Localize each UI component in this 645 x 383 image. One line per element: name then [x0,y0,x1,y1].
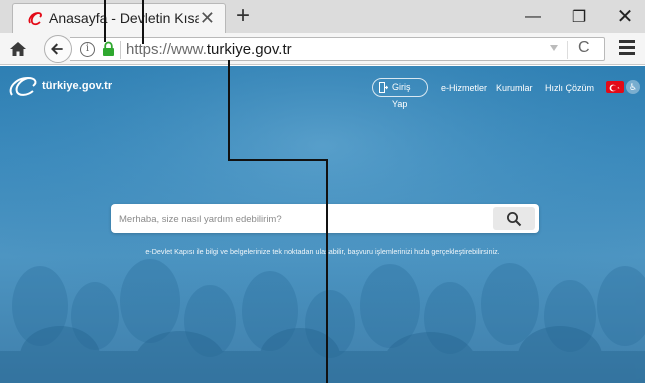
site-header: türkiye.gov.tr Giriş Yap e-Hizmetler Kur… [0,66,645,109]
search-button[interactable] [493,207,535,230]
url-text[interactable]: https://www.turkiye.gov.tr [126,41,292,58]
accessibility-icon[interactable]: ♿ [626,80,640,94]
url-bar[interactable]: i https://www.turkiye.gov.tr C [70,37,605,61]
info-icon[interactable]: i [80,42,95,57]
login-button[interactable]: Giriş Yap [372,78,428,109]
annotation-line [142,0,144,44]
annotation-line [228,159,328,161]
turkish-flag-icon[interactable] [606,81,624,93]
back-arrow-icon [51,43,63,55]
back-button[interactable] [44,35,72,63]
reload-icon[interactable]: C [578,39,590,57]
tab-title: Anasayfa - Devletin Kısayo... [49,10,199,26]
web-page: türkiye.gov.tr Giriş Yap e-Hizmetler Kur… [0,66,645,383]
annotation-line [326,159,328,383]
maximize-button[interactable]: ❐ [556,0,602,33]
search-input[interactable] [119,210,489,228]
annotation-line [228,60,230,161]
menu-bar-line [619,40,635,43]
login-label: Giriş Yap [392,82,411,109]
nav-link-hizli-cozum[interactable]: Hızlı Çözüm [545,83,594,93]
annotation-line [104,0,106,42]
url-dropdown-icon[interactable] [550,45,558,51]
menu-bar-line [619,46,635,49]
tab-strip: Anasayfa - Devletin Kısayo... ✕ + — ❐ ✕ [0,0,645,33]
edevlet-favicon-icon [28,12,42,26]
browser-tab[interactable]: Anasayfa - Devletin Kısayo... ✕ [12,3,226,33]
home-icon[interactable] [8,39,28,59]
window-close-button[interactable]: ✕ [602,0,645,33]
url-prefix: https://www. [126,41,207,58]
menu-bar-line [619,52,635,55]
search-box [111,204,539,233]
site-tagline: e-Devlet Kapısı ile bilgi ve belgelerini… [145,247,500,256]
url-separator-right [567,41,568,59]
hamburger-icon[interactable] [619,40,637,56]
url-host: turkiye.gov.tr [206,41,292,58]
navigation-bar: i https://www.turkiye.gov.tr C [0,33,645,65]
tab-close-icon[interactable]: ✕ [200,8,215,28]
site-logo-text[interactable]: türkiye.gov.tr [42,80,112,92]
search-icon [507,212,522,227]
minimize-button[interactable]: — [510,0,556,33]
new-tab-button[interactable]: + [236,3,250,29]
edevlet-logo-icon[interactable] [8,76,42,98]
login-door-icon [379,82,388,93]
nav-link-kurumlar[interactable]: Kurumlar [496,83,533,93]
crescent-star-icon [609,84,620,92]
padlock-icon[interactable] [102,41,115,57]
url-separator [120,41,121,59]
nav-link-e-hizmetler[interactable]: e-Hizmetler [441,83,487,93]
